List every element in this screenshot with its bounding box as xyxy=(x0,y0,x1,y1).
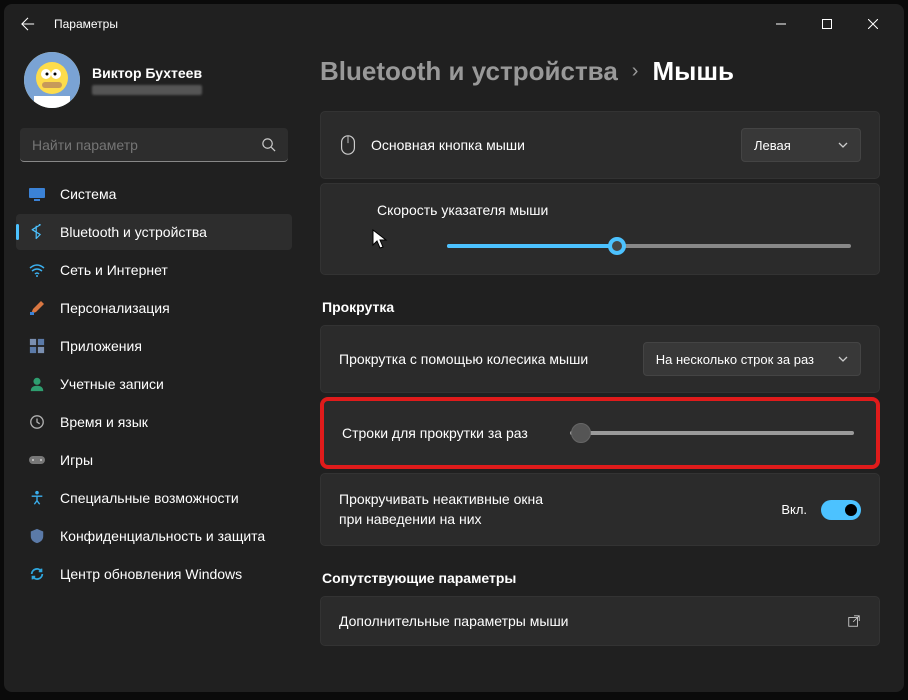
content-area: Виктор Бухтеев Система Bluetooth и устро… xyxy=(4,44,904,692)
pointer-speed-card: Скорость указателя мыши xyxy=(320,183,880,275)
sidebar-item-label: Персонализация xyxy=(60,300,170,316)
dropdown-value: Левая xyxy=(754,138,791,153)
wifi-icon xyxy=(28,261,46,279)
primary-button-label: Основная кнопка мыши xyxy=(371,137,727,153)
mouse-icon xyxy=(339,134,357,156)
scroll-wheel-dropdown[interactable]: На несколько строк за раз xyxy=(643,342,861,376)
breadcrumb: Bluetooth и устройства › Мышь xyxy=(320,56,880,87)
sidebar-item-label: Bluetooth и устройства xyxy=(60,224,207,240)
sidebar-item-label: Центр обновления Windows xyxy=(60,566,242,582)
additional-mouse-label: Дополнительные параметры мыши xyxy=(339,613,833,629)
chevron-down-icon xyxy=(838,354,848,364)
app-title: Параметры xyxy=(54,17,118,31)
window-controls xyxy=(758,8,896,40)
sidebar-item-bluetooth[interactable]: Bluetooth и устройства xyxy=(16,214,292,250)
search-box[interactable] xyxy=(20,128,288,162)
pointer-speed-label: Скорость указателя мыши xyxy=(377,202,861,218)
clock-icon xyxy=(28,413,46,431)
close-icon xyxy=(868,19,878,29)
inactive-scroll-label: Прокручивать неактивные окна при наведен… xyxy=(339,490,546,529)
additional-mouse-card[interactable]: Дополнительные параметры мыши xyxy=(320,596,880,646)
scroll-wheel-card: Прокрутка с помощью колесика мыши На нес… xyxy=(320,325,880,393)
sidebar-item-label: Система xyxy=(60,186,116,202)
related-section-title: Сопутствующие параметры xyxy=(322,570,880,586)
sidebar-item-network[interactable]: Сеть и Интернет xyxy=(16,252,292,288)
open-external-icon xyxy=(847,614,861,628)
settings-window: Параметры Виктор Бухтеев xyxy=(4,4,904,692)
toggle-knob xyxy=(845,504,857,516)
titlebar: Параметры xyxy=(4,4,904,44)
toggle-state-label: Вкл. xyxy=(781,502,807,517)
scroll-section-title: Прокрутка xyxy=(322,299,880,315)
search-icon xyxy=(261,137,276,152)
profile-email-redacted xyxy=(92,85,202,95)
apps-icon xyxy=(28,337,46,355)
pointer-speed-slider[interactable] xyxy=(447,244,851,248)
person-icon xyxy=(28,375,46,393)
sidebar-item-label: Учетные записи xyxy=(60,376,164,392)
inactive-scroll-toggle[interactable] xyxy=(821,500,861,520)
close-button[interactable] xyxy=(850,8,896,40)
search-input[interactable] xyxy=(32,137,261,153)
primary-button-dropdown[interactable]: Левая xyxy=(741,128,861,162)
chevron-down-icon xyxy=(838,140,848,150)
sidebar-item-personalization[interactable]: Персонализация xyxy=(16,290,292,326)
slider-thumb[interactable] xyxy=(608,237,626,255)
sidebar-item-accounts[interactable]: Учетные записи xyxy=(16,366,292,402)
slider-fill xyxy=(447,244,617,248)
scroll-wheel-label: Прокрутка с помощью колесика мыши xyxy=(339,351,629,367)
slider-thumb[interactable] xyxy=(571,423,591,443)
gamepad-icon xyxy=(28,451,46,469)
brush-icon xyxy=(28,299,46,317)
minimize-button[interactable] xyxy=(758,8,804,40)
inactive-scroll-card: Прокручивать неактивные окна при наведен… xyxy=(320,473,880,546)
sidebar-item-accessibility[interactable]: Специальные возможности xyxy=(16,480,292,516)
lines-scroll-label: Строки для прокрутки за раз xyxy=(342,425,552,441)
sidebar-item-label: Сеть и Интернет xyxy=(60,262,168,278)
avatar xyxy=(24,52,80,108)
sidebar-item-label: Игры xyxy=(60,452,93,468)
chevron-right-icon: › xyxy=(632,60,639,83)
profile-block[interactable]: Виктор Бухтеев xyxy=(16,44,292,124)
sidebar-item-label: Специальные возможности xyxy=(60,490,239,506)
shield-icon xyxy=(28,527,46,545)
sidebar-item-time[interactable]: Время и язык xyxy=(16,404,292,440)
minimize-icon xyxy=(776,19,786,29)
maximize-button[interactable] xyxy=(804,8,850,40)
nav-list: Система Bluetooth и устройства Сеть и Ин… xyxy=(16,176,292,692)
sidebar-item-label: Приложения xyxy=(60,338,142,354)
sidebar-item-label: Время и язык xyxy=(60,414,148,430)
profile-name: Виктор Бухтеев xyxy=(92,65,202,81)
monitor-icon xyxy=(28,185,46,203)
breadcrumb-parent[interactable]: Bluetooth и устройства xyxy=(320,56,618,87)
sidebar-item-label: Конфиденциальность и защита xyxy=(60,528,265,544)
back-button[interactable] xyxy=(12,8,44,40)
update-icon xyxy=(28,565,46,583)
accessibility-icon xyxy=(28,489,46,507)
sidebar-item-system[interactable]: Система xyxy=(16,176,292,212)
dropdown-value: На несколько строк за раз xyxy=(656,352,814,367)
breadcrumb-current: Мышь xyxy=(652,56,734,87)
sidebar-item-gaming[interactable]: Игры xyxy=(16,442,292,478)
primary-button-card: Основная кнопка мыши Левая xyxy=(320,111,880,179)
lines-scroll-slider[interactable] xyxy=(570,431,854,435)
lines-scroll-card: Строки для прокрутки за раз xyxy=(320,397,880,469)
sidebar-item-privacy[interactable]: Конфиденциальность и защита xyxy=(16,518,292,554)
profile-text: Виктор Бухтеев xyxy=(92,65,202,95)
sidebar-item-update[interactable]: Центр обновления Windows xyxy=(16,556,292,592)
main-panel: Bluetooth и устройства › Мышь Основная к… xyxy=(304,44,904,692)
bluetooth-icon xyxy=(28,223,46,241)
sidebar-item-apps[interactable]: Приложения xyxy=(16,328,292,364)
sidebar: Виктор Бухтеев Система Bluetooth и устро… xyxy=(4,44,304,692)
maximize-icon xyxy=(822,19,832,29)
arrow-left-icon xyxy=(21,17,35,31)
